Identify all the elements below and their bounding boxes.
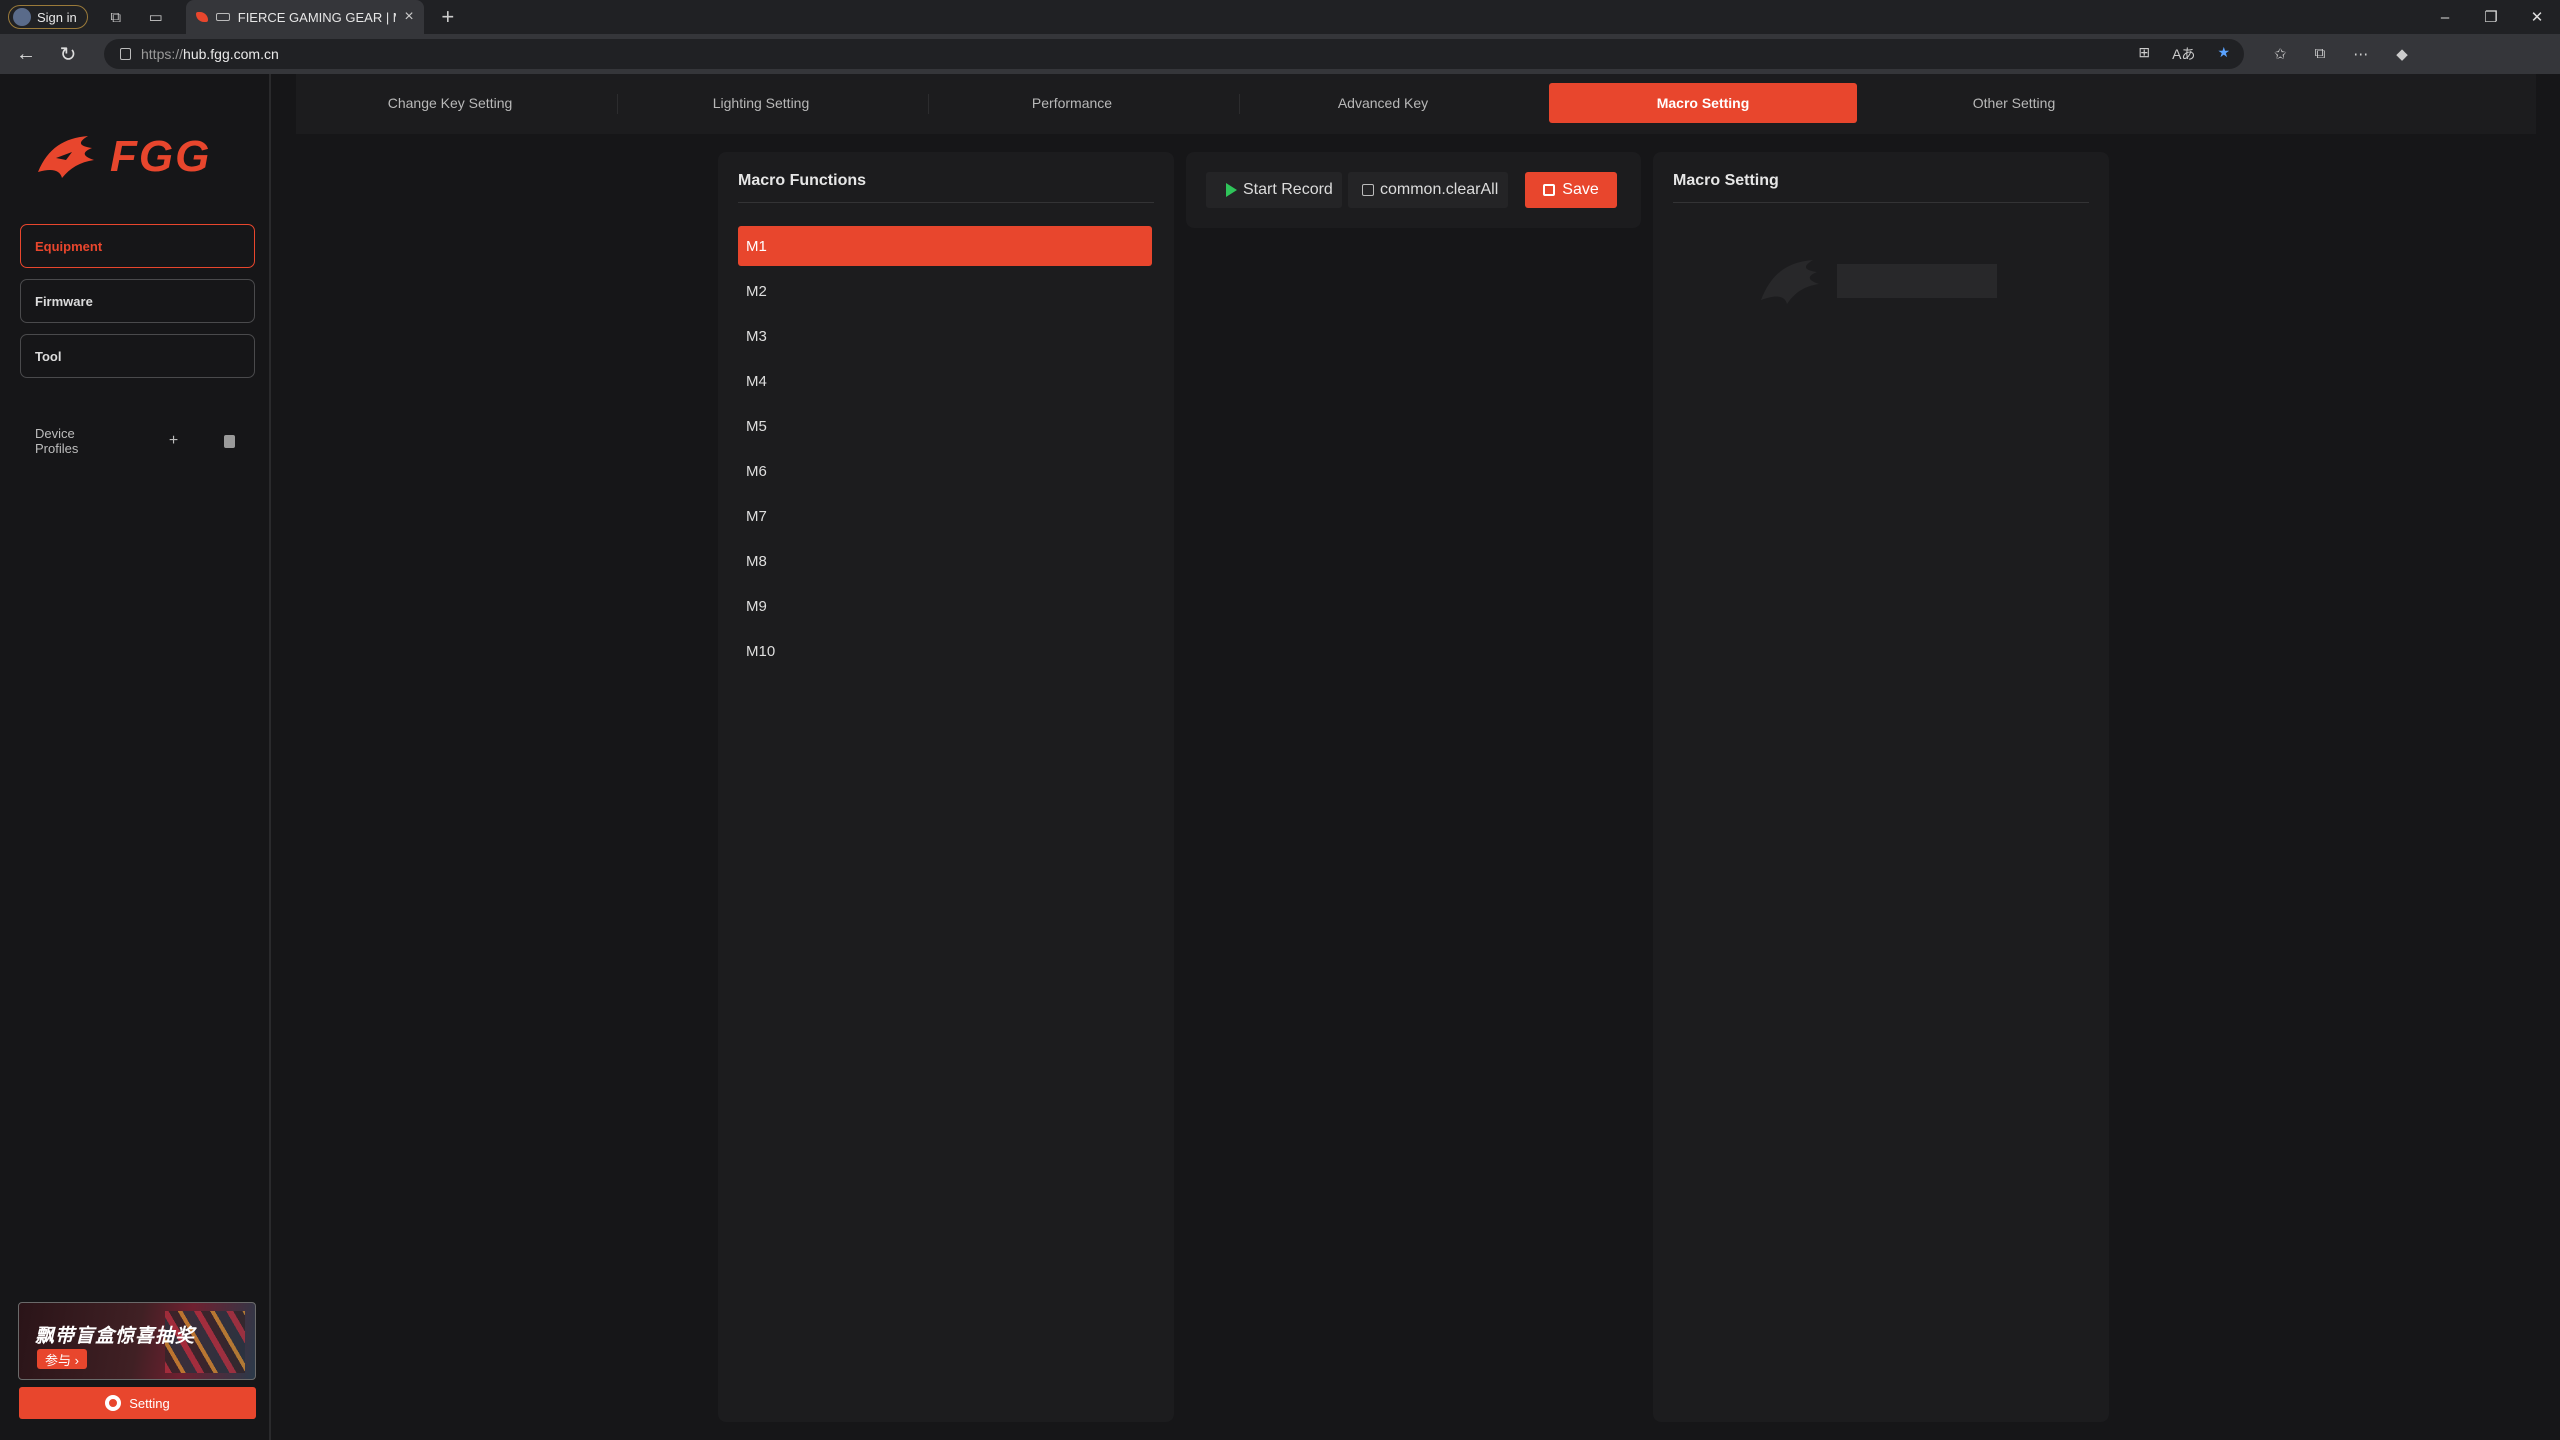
save-label: Save <box>1562 181 1599 198</box>
panel-divider <box>738 202 1154 203</box>
sidebar-item-label: Firmware <box>35 293 93 309</box>
tab-other-setting[interactable]: Other Setting <box>1860 83 2168 123</box>
url-actions: ⊞ Aあ ★ <box>2138 44 2244 64</box>
back-icon[interactable]: ← <box>10 38 42 70</box>
favorites-icon[interactable]: ✩ <box>2274 45 2287 63</box>
extension-icons: ✩ ⧉ ⋯ ◆ <box>2274 45 2408 63</box>
sign-in-label: Sign in <box>37 9 77 25</box>
clear-all-button[interactable]: common.clearAll <box>1348 172 1508 208</box>
sidebar: FGG Equipment Firmware Tool Device Profi… <box>0 74 271 1440</box>
promo-title: 飘带盲盒惊喜抽奖 <box>35 1326 196 1347</box>
panel-divider <box>1673 202 2089 203</box>
window-controls: – ❐ ✕ <box>2422 0 2560 34</box>
logo-text: FGG <box>110 132 212 181</box>
clear-icon <box>1362 184 1374 196</box>
macro-recorder-toolbar: Start Record common.clearAll Save <box>1186 152 1641 228</box>
tab-performance[interactable]: Performance <box>918 83 1226 123</box>
macro-item-m4[interactable]: M4 <box>738 361 1152 401</box>
macro-item-m9[interactable]: M9 <box>738 586 1152 626</box>
workspaces-icon[interactable]: ⧉ <box>104 5 128 29</box>
app-icon[interactable]: ⊞ <box>2138 44 2150 64</box>
address-toolbar: ← ↻ https://hub.fgg.com.cn ⊞ Aあ ★ ✩ ⧉ ⋯ … <box>0 34 2560 74</box>
close-tab-icon[interactable]: × <box>404 8 413 26</box>
macro-list: M1 M2 M3 M4 M5 M6 M7 M8 M9 M10 <box>738 226 1152 676</box>
url-host: hub.fgg.com.cn <box>183 46 279 62</box>
read-aloud-icon[interactable]: Aあ <box>2172 44 2195 64</box>
fgg-favicon-icon <box>195 12 208 22</box>
fgg-logo: FGG <box>34 128 246 184</box>
macro-item-m6[interactable]: M6 <box>738 451 1152 491</box>
macro-functions-title: Macro Functions <box>738 172 867 189</box>
sidebar-item-label: Equipment <box>35 238 103 254</box>
macro-setting-title: Macro Setting <box>1673 172 1779 189</box>
setting-label: Setting <box>129 1395 170 1411</box>
setting-button[interactable]: Setting <box>19 1387 256 1419</box>
gear-icon <box>105 1395 122 1411</box>
device-profiles-label: Device Profiles <box>35 426 79 456</box>
tab-advanced-key[interactable]: Advanced Key <box>1229 83 1537 123</box>
macro-item-m5[interactable]: M5 <box>738 406 1152 446</box>
tab-lighting-setting[interactable]: Lighting Setting <box>607 83 915 123</box>
sidebar-item-label: Tool <box>35 348 62 364</box>
browser-tab-strip: Sign in ⧉ ▭ FIERCE GAMING GEAR | MA... ×… <box>0 0 2560 34</box>
clear-all-label: common.clearAll <box>1380 181 1499 198</box>
tab-macro-setting[interactable]: Macro Setting <box>1549 83 1857 123</box>
favorite-star-icon[interactable]: ★ <box>2217 44 2230 64</box>
app-root: FGG Equipment Firmware Tool Device Profi… <box>0 74 2560 1440</box>
macro-item-m3[interactable]: M3 <box>738 316 1152 356</box>
macro-item-m8[interactable]: M8 <box>738 541 1152 581</box>
reload-icon[interactable]: ↻ <box>52 38 84 70</box>
delete-profile-icon[interactable] <box>224 434 235 448</box>
start-record-button[interactable]: Start Record <box>1206 172 1342 208</box>
device-profiles: Device Profiles + <box>35 426 235 456</box>
lock-icon <box>120 48 131 60</box>
browser-tab-active[interactable]: FIERCE GAMING GEAR | MA... × <box>185 0 424 34</box>
sidebar-item-equipment[interactable]: Equipment <box>20 224 255 268</box>
sidebar-item-tool[interactable]: Tool <box>20 334 255 378</box>
tab-actions-icon[interactable]: ▭ <box>144 5 168 29</box>
macro-setting-panel: Macro Setting <box>1653 152 2109 1422</box>
save-disk-icon <box>1543 184 1556 196</box>
sign-in-button[interactable]: Sign in <box>8 5 88 29</box>
start-record-label: Start Record <box>1243 181 1333 198</box>
promo-join-button[interactable]: 参与 › <box>37 1349 87 1369</box>
minimize-icon[interactable]: – <box>2422 0 2468 34</box>
macro-item-m2[interactable]: M2 <box>738 271 1152 311</box>
keyboard-icon <box>215 13 230 21</box>
profile-avatar-icon <box>13 8 31 26</box>
macro-item-m1[interactable]: M1 <box>738 226 1152 266</box>
feature-tabs: Change Key Setting Lighting Setting Perf… <box>296 74 2536 134</box>
more-menu-icon[interactable]: ⋯ <box>2353 45 2368 63</box>
close-window-icon[interactable]: ✕ <box>2514 0 2560 34</box>
url-field[interactable]: https://hub.fgg.com.cn ⊞ Aあ ★ <box>104 39 2244 69</box>
macro-item-m10[interactable]: M10 <box>738 631 1152 671</box>
collections-icon[interactable]: ⧉ <box>2315 45 2326 63</box>
fgg-watermark-icon <box>1761 260 1997 304</box>
new-tab-button[interactable]: + <box>436 4 460 30</box>
macro-functions-panel: Macro Functions M1 M2 M3 M4 M5 M6 M7 M8 … <box>718 152 1174 1422</box>
macro-item-m7[interactable]: M7 <box>738 496 1152 536</box>
tab-change-key-setting[interactable]: Change Key Setting <box>296 83 604 123</box>
restore-icon[interactable]: ❐ <box>2468 0 2514 34</box>
save-button[interactable]: Save <box>1525 172 1617 208</box>
browser-tab-title: FIERCE GAMING GEAR | MA... <box>237 9 397 25</box>
promo-banner[interactable]: 飘带盲盒惊喜抽奖 参与 › <box>18 1302 256 1380</box>
sidebar-item-firmware[interactable]: Firmware <box>20 279 255 323</box>
play-icon <box>1226 183 1237 197</box>
url-protocol: https:// <box>141 46 184 62</box>
copilot-icon[interactable]: ◆ <box>2396 45 2408 63</box>
add-profile-icon[interactable]: + <box>169 432 178 450</box>
